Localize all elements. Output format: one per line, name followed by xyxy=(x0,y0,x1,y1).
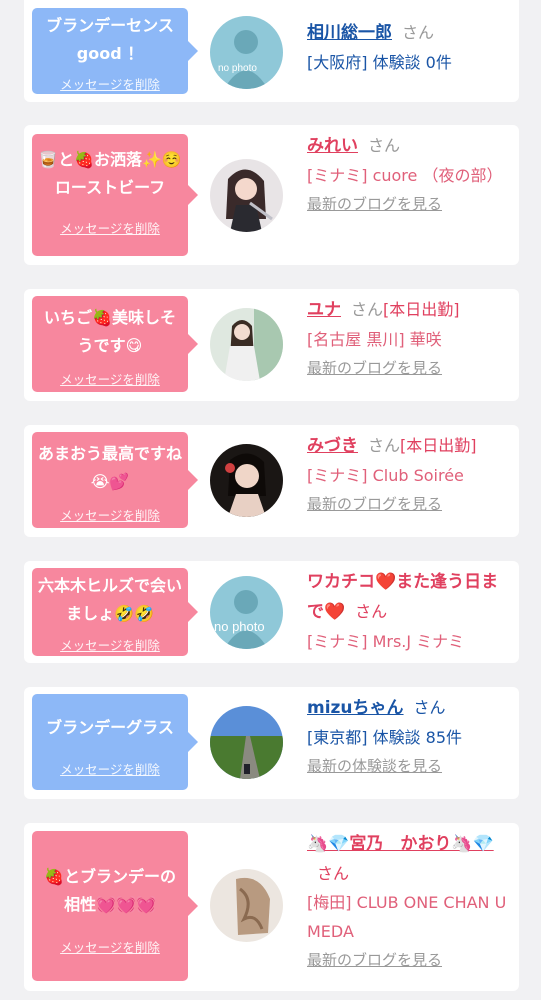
message-card: 六本木ヒルズで会いましょ🤣🤣 メッセージを削除 no photo ワカチコ❤️ま… xyxy=(24,561,519,663)
delete-message-link[interactable]: メッセージを削除 xyxy=(32,505,188,524)
latest-blog-link[interactable]: 最新のブログを見る xyxy=(307,490,507,519)
avatar[interactable] xyxy=(210,159,283,232)
latest-review-link[interactable]: 最新の体験談を見る xyxy=(307,752,507,781)
message-text: ブランデーグラス xyxy=(46,718,174,737)
no-photo-label: no photo xyxy=(214,619,265,634)
message-bubble: ブランデーグラス メッセージを削除 xyxy=(32,694,198,790)
name-suffix: さん xyxy=(413,698,446,717)
message-text: 六本木ヒルズで会いましょ🤣🤣 xyxy=(38,576,183,623)
no-photo-avatar-icon: no photo xyxy=(210,16,283,89)
delete-message-link[interactable]: メッセージを削除 xyxy=(32,937,188,956)
message-card: ブランデーセンス good ！ メッセージを削除 no photo 相川総一郎さ… xyxy=(24,0,519,102)
name-suffix: さん xyxy=(317,864,350,883)
message-bubble: あまおう最高ですね😭💕 メッセージを削除 xyxy=(32,432,198,528)
profile-photo-icon xyxy=(210,706,283,779)
user-name-link[interactable]: みれい xyxy=(307,136,358,156)
profile-photo-icon xyxy=(210,869,283,942)
profile-photo-icon xyxy=(210,159,283,232)
message-card: 🍓とブランデーの相性💓💓💓 メッセージを削除 🦄💎宮乃 かおり🦄💎 さん [梅田]… xyxy=(24,823,519,991)
no-photo-avatar-icon: no photo xyxy=(210,576,283,649)
user-info: ワカチコ❤️また逢う日まで❤️ さん [ミナミ] Mrs.J ミナミ xyxy=(307,567,507,656)
message-text: 🍓とブランデーの相性💓💓💓 xyxy=(44,867,176,914)
user-name-link[interactable]: ユナ xyxy=(307,300,341,320)
no-photo-label: no photo xyxy=(218,63,257,74)
user-location: [名古屋 黒川] 華咲 xyxy=(307,330,442,349)
message-card: いちご🍓美味しそうです😋 メッセージを削除 ユナ さん[本日出勤] [名古屋 黒川… xyxy=(24,289,519,401)
user-info: 相川総一郎 さん [大阪府] 体験談 0件 xyxy=(307,18,507,77)
user-info: みづき さん[本日出勤] [ミナミ] Club Soirée 最新のブログを見る xyxy=(307,431,507,519)
message-text: あまおう最高ですね😭💕 xyxy=(38,444,183,491)
user-name-link[interactable]: 相川総一郎 xyxy=(307,23,392,43)
user-info: みれい さん [ミナミ] cuore （夜の部） 最新のブログを見る xyxy=(307,131,507,219)
message-text: いちご🍓美味しそうです😋 xyxy=(44,308,176,355)
on-duty-tag: [本日出勤] xyxy=(383,300,460,319)
name-suffix: さん xyxy=(351,300,384,319)
profile-photo-icon xyxy=(210,308,283,381)
message-bubble: ブランデーセンス good ！ メッセージを削除 xyxy=(32,8,198,94)
user-name-link[interactable]: mizuちゃん xyxy=(307,698,404,718)
user-location: [梅田] CLUB ONE CHAN UMEDA xyxy=(307,893,507,941)
user-location: [ミナミ] Mrs.J ミナミ xyxy=(307,632,465,651)
message-text: 🥃と🍓お洒落✨☺️ローストビーフ xyxy=(38,150,182,197)
user-location: [東京都] 体験談 85件 xyxy=(307,728,463,747)
delete-message-link[interactable]: メッセージを削除 xyxy=(32,635,188,654)
latest-blog-link[interactable]: 最新のブログを見る xyxy=(307,190,507,219)
name-suffix: さん xyxy=(368,436,401,455)
avatar[interactable]: no photo xyxy=(210,16,283,89)
user-info: 🦄💎宮乃 かおり🦄💎 さん [梅田] CLUB ONE CHAN UMEDA 最新… xyxy=(307,829,507,975)
avatar[interactable] xyxy=(210,444,283,517)
message-bubble: 六本木ヒルズで会いましょ🤣🤣 メッセージを削除 xyxy=(32,568,198,656)
delete-message-link[interactable]: メッセージを削除 xyxy=(32,74,188,93)
on-duty-tag: [本日出勤] xyxy=(400,436,477,455)
delete-message-link[interactable]: メッセージを削除 xyxy=(32,759,188,778)
user-name-link[interactable]: みづき xyxy=(307,436,358,456)
user-name-link[interactable]: ワカチコ❤️また逢う日まで❤️ xyxy=(307,572,498,622)
user-location: [ミナミ] cuore （夜の部） xyxy=(307,166,503,185)
delete-message-link[interactable]: メッセージを削除 xyxy=(32,369,188,388)
latest-blog-link[interactable]: 最新のブログを見る xyxy=(307,946,507,975)
user-location: [大阪府] 体験談 0件 xyxy=(307,53,452,72)
message-card: あまおう最高ですね😭💕 メッセージを削除 みづき さん[本日出勤] [ミナミ] C… xyxy=(24,425,519,537)
avatar[interactable] xyxy=(210,869,283,942)
user-location: [ミナミ] Club Soirée xyxy=(307,466,464,485)
user-name-link[interactable]: 🦄💎宮乃 かおり🦄💎 xyxy=(307,834,494,854)
user-info: mizuちゃん さん [東京都] 体験談 85件 最新の体験談を見る xyxy=(307,693,507,781)
avatar[interactable] xyxy=(210,308,283,381)
message-bubble: 🥃と🍓お洒落✨☺️ローストビーフ メッセージを削除 xyxy=(32,134,198,256)
message-card: 🥃と🍓お洒落✨☺️ローストビーフ メッセージを削除 みれい さん [ミナミ] cu… xyxy=(24,125,519,265)
name-suffix: さん xyxy=(368,136,401,155)
user-info: ユナ さん[本日出勤] [名古屋 黒川] 華咲 最新のブログを見る xyxy=(307,295,507,383)
latest-blog-link[interactable]: 最新のブログを見る xyxy=(307,354,507,383)
name-suffix: さん xyxy=(355,602,388,621)
message-text: ブランデーセンス good ！ xyxy=(46,16,174,63)
message-bubble: いちご🍓美味しそうです😋 メッセージを削除 xyxy=(32,296,198,392)
message-bubble: 🍓とブランデーの相性💓💓💓 メッセージを削除 xyxy=(32,831,198,981)
message-card: ブランデーグラス メッセージを削除 mizuちゃん さん [東京都] 体験談 85… xyxy=(24,687,519,799)
delete-message-link[interactable]: メッセージを削除 xyxy=(32,218,188,237)
avatar[interactable] xyxy=(210,706,283,779)
profile-photo-icon xyxy=(210,444,283,517)
name-suffix: さん xyxy=(402,23,435,42)
avatar[interactable]: no photo xyxy=(210,576,283,649)
